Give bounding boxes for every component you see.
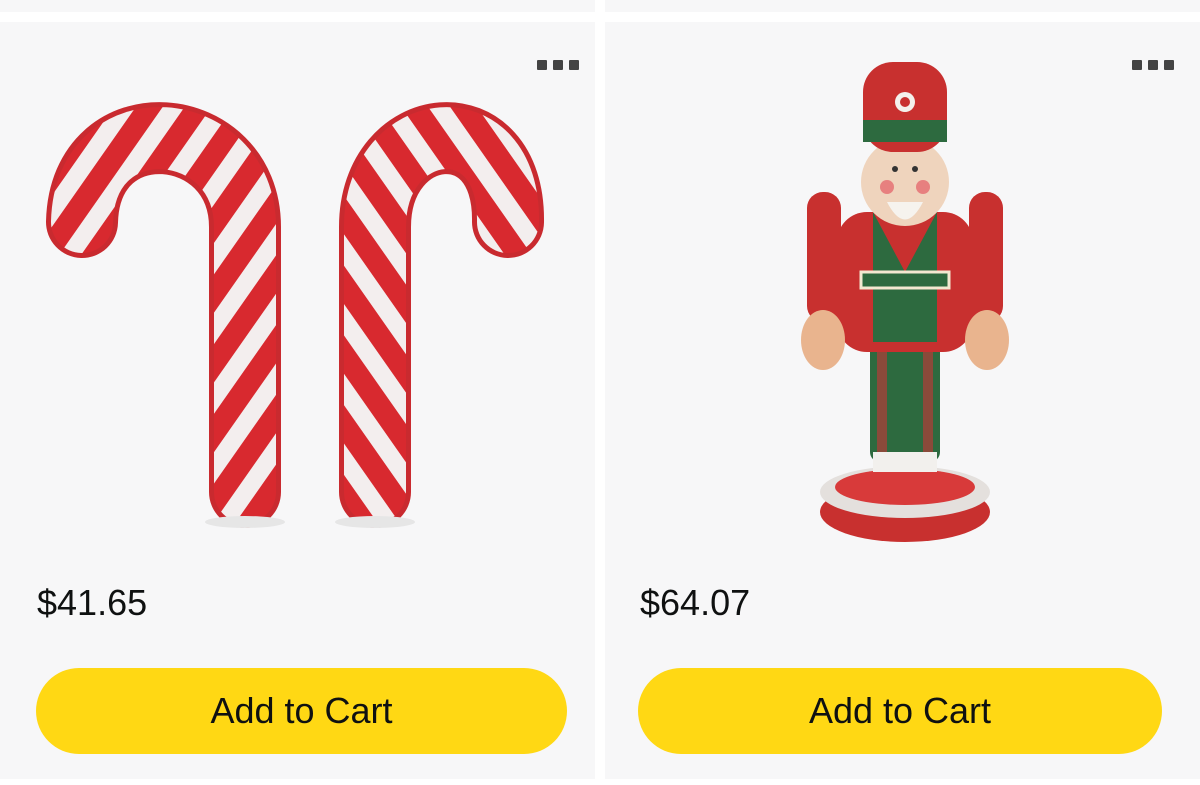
dot — [569, 60, 579, 70]
dot — [1148, 60, 1158, 70]
more-options-icon[interactable] — [537, 57, 589, 73]
nutcracker-image[interactable] — [605, 22, 1200, 562]
dot — [1164, 60, 1174, 70]
dot — [1132, 60, 1142, 70]
product-price: $41.65 — [37, 582, 148, 623]
product-price: $64.07 — [640, 582, 751, 623]
previous-card-edge-right — [605, 0, 1200, 12]
product-card[interactable]: $64.07 Add to Cart — [605, 22, 1200, 779]
add-to-cart-button[interactable]: Add to Cart — [638, 668, 1162, 754]
previous-card-edge-left — [0, 0, 595, 12]
product-card[interactable]: $41.65 Add to Cart — [0, 22, 595, 779]
dot — [537, 60, 547, 70]
more-options-icon[interactable] — [1132, 57, 1184, 73]
add-to-cart-button[interactable]: Add to Cart — [36, 668, 567, 754]
dot — [553, 60, 563, 70]
candy-cane-pair-image[interactable] — [0, 22, 595, 562]
